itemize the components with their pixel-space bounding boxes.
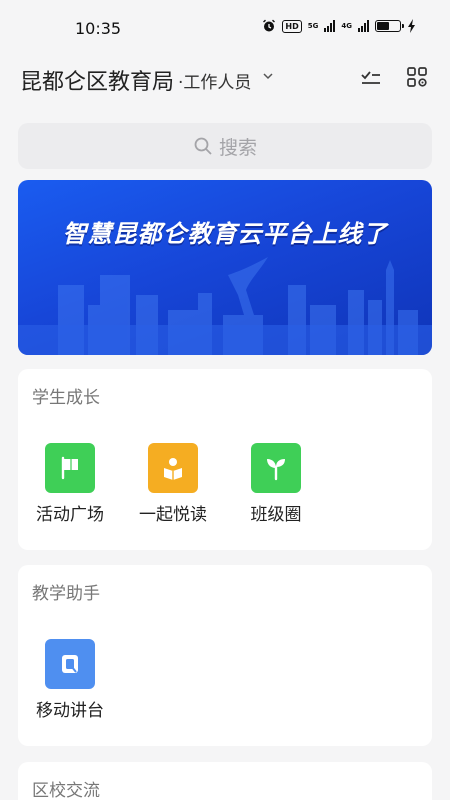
app-read-together[interactable]: 一起悦读 (133, 443, 213, 525)
banner-text: 智慧昆都仑教育云平台上线了 (62, 220, 388, 248)
section-title: 区校交流 (32, 781, 100, 800)
section-title: 教学助手 (32, 584, 100, 604)
app-mobile-podium[interactable]: 移动讲台 (30, 639, 110, 721)
app-label: 移动讲台 (36, 701, 104, 721)
hd-badge: HD (282, 19, 302, 33)
app-label: 班级圈 (250, 505, 302, 525)
section-title: 学生成长 (32, 388, 100, 408)
status-icons: HD 5G 4G (262, 19, 416, 33)
charging-icon (408, 19, 415, 33)
org-title[interactable]: 昆都仑区教育局 (20, 64, 174, 96)
reading-icon (164, 458, 182, 480)
app-label: 一起悦读 (139, 505, 207, 525)
app-icon-bg (148, 443, 198, 493)
sprout-icon (267, 459, 285, 481)
app-class-circle[interactable]: 班级圈 (236, 443, 316, 525)
app-icon-bg (45, 443, 95, 493)
podium-icon (62, 655, 78, 673)
task-checklist-icon[interactable] (360, 66, 382, 88)
promo-banner[interactable]: 智慧昆都仑教育云平台上线了 (18, 180, 432, 355)
status-time: 10:35 (75, 19, 122, 38)
app-activity-square[interactable]: 活动广场 (30, 443, 110, 525)
section-student-growth: 学生成长 活动广场 一起悦读 班级圈 (18, 369, 432, 550)
app-header: 昆都仑区教育局 ·工作人员 (0, 56, 450, 100)
app-icon-bg (45, 639, 95, 689)
network-type-2: 4G (341, 21, 352, 30)
role-selector[interactable]: ·工作人员 (178, 68, 251, 93)
status-bar: 10:35 HD 5G 4G (0, 0, 450, 56)
city-skyline-image (18, 257, 432, 355)
search-icon (194, 137, 212, 155)
flag-icon (61, 456, 78, 480)
section-school-exchange: 区校交流 (18, 762, 432, 800)
alarm-icon (263, 19, 276, 32)
section-teaching-assistant: 教学助手 移动讲台 (18, 565, 432, 746)
signal-icon-2 (358, 20, 369, 32)
chevron-down-icon[interactable] (262, 70, 274, 82)
app-icon-bg (251, 443, 301, 493)
search-placeholder: 搜索 (218, 136, 257, 159)
signal-icon (324, 20, 336, 32)
network-type-1: 5G (307, 21, 319, 30)
app-label: 活动广场 (36, 505, 104, 525)
battery-icon (375, 20, 404, 32)
app-grid-settings-icon[interactable] (406, 66, 428, 88)
search-bar[interactable]: 搜索 (18, 123, 432, 169)
